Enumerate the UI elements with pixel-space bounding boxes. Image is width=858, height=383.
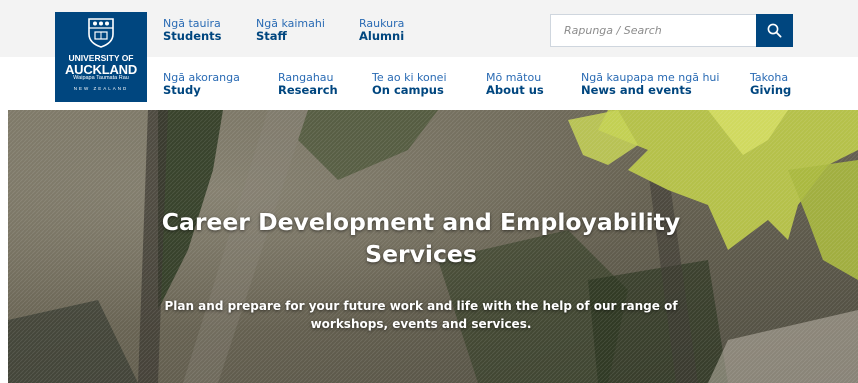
nav-item-giving[interactable]: Takoha Giving (750, 71, 791, 98)
nav-label-english: Staff (256, 29, 287, 44)
nav-label-english: On campus (372, 83, 444, 98)
hero-subtitle: Plan and prepare for your future work an… (164, 299, 678, 331)
nav-item-research[interactable]: Rangahau Research (278, 71, 338, 98)
site-header: UNIVERSITY OF AUCKLAND Waipapa Taumata R… (0, 0, 858, 110)
logo-line-maori-name: Waipapa Taumata Rau (73, 75, 129, 81)
nav-label-english: Students (163, 29, 222, 44)
crest-icon (88, 18, 114, 48)
hero-content: Career Development and Employability Ser… (8, 110, 858, 383)
nav-item-study[interactable]: Ngā akoranga Study (163, 71, 240, 98)
search-icon (767, 23, 782, 38)
nav-label-english: About us (486, 83, 544, 98)
search-button[interactable] (756, 14, 793, 47)
nav-item-on-campus[interactable]: Te ao ki konei On campus (372, 71, 447, 98)
search-input[interactable] (551, 15, 755, 46)
hero-title: Career Development and Employability Ser… (161, 208, 681, 268)
nav-item-news-and-events[interactable]: Ngā kaupapa me ngā hui News and events (581, 71, 719, 98)
hero-banner: Career Development and Employability Ser… (8, 110, 858, 383)
search-box (550, 14, 793, 47)
university-logo[interactable]: UNIVERSITY OF AUCKLAND Waipapa Taumata R… (55, 12, 147, 102)
nav-label-english: Study (163, 83, 201, 98)
nav-label-english: Alumni (359, 29, 405, 44)
logo-line-new-zealand: NEW ZEALAND (73, 86, 129, 91)
audience-link-alumni[interactable]: Raukura Alumni (359, 17, 404, 44)
nav-label-english: Giving (750, 83, 792, 98)
audience-link-students[interactable]: Ngā tauira Students (163, 17, 222, 44)
nav-item-about-us[interactable]: Mō mātou About us (486, 71, 544, 98)
audience-link-staff[interactable]: Ngā kaimahi Staff (256, 17, 325, 44)
nav-label-english: News and events (581, 83, 692, 98)
nav-label-english: Research (278, 83, 338, 98)
